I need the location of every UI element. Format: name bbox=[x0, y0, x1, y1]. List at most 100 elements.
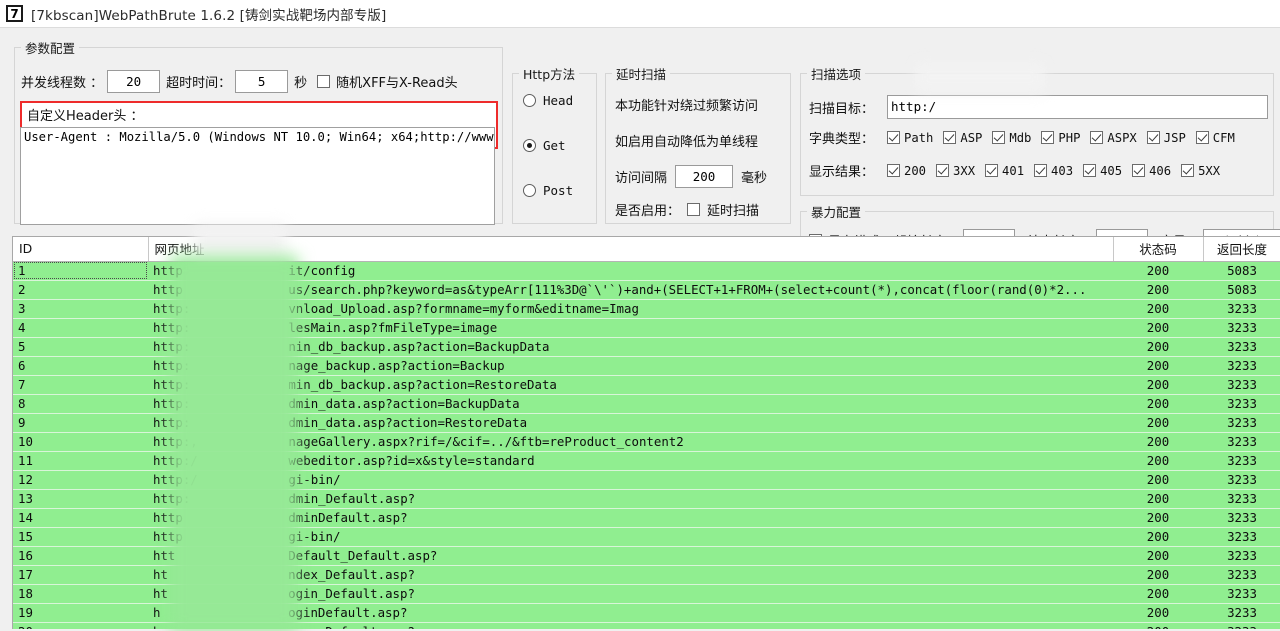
delay-interval-input[interactable]: 200 bbox=[675, 165, 734, 188]
show-result-406-checkbox[interactable] bbox=[1132, 164, 1146, 177]
table-row[interactable]: 16 htt Default_Default.asp? 200 3233 bbox=[13, 546, 1280, 566]
dict-type-cfm-label: CFM bbox=[1212, 130, 1235, 145]
show-result-401[interactable]: 401 bbox=[985, 164, 1024, 178]
table-row[interactable]: 8 http: dmin_data.asp?action=BackupData 200… bbox=[13, 394, 1280, 414]
radio-head-icon[interactable] bbox=[523, 94, 536, 107]
dict-type-php[interactable]: PHP bbox=[1041, 131, 1080, 145]
dict-type-jsp-checkbox[interactable] bbox=[1146, 131, 1160, 144]
dict-type-php-checkbox[interactable] bbox=[1041, 131, 1055, 144]
radio-head-label: Head bbox=[543, 93, 574, 108]
dict-type-path[interactable]: Path bbox=[887, 131, 933, 145]
http-method-option-head[interactable]: Head bbox=[523, 93, 573, 108]
cell-status-code: 200 bbox=[1113, 299, 1203, 319]
cell-url-redacted-host bbox=[190, 396, 288, 411]
cell-url: http: dmin_Default.asp? bbox=[148, 489, 1113, 509]
show-result-5xx[interactable]: 5XX bbox=[1181, 164, 1220, 178]
threads-input[interactable]: 20 bbox=[107, 70, 161, 93]
show-result-405-checkbox[interactable] bbox=[1083, 164, 1097, 177]
random-xff-label: 随机XFF与X-Read头 bbox=[336, 76, 458, 91]
scan-target-input[interactable]: http:/ bbox=[887, 95, 1268, 119]
table-row[interactable]: 15 http gi-bin/200 3233 bbox=[13, 527, 1280, 547]
table-row[interactable]: 2 http us/search.php?keyword=as&typeArr[11… bbox=[13, 280, 1280, 300]
delay-enable-row: 是否启用： 延时扫描 bbox=[615, 200, 759, 219]
dict-type-asp[interactable]: ASP bbox=[943, 131, 982, 145]
table-row[interactable]: 1 http it/config 200 5083 bbox=[13, 261, 1280, 281]
cell-return-length: 3233 bbox=[1203, 527, 1280, 547]
cell-status-code: 200 bbox=[1113, 318, 1203, 338]
table-row[interactable]: 9 http: dmin_data.asp?action=RestoreData 20… bbox=[13, 413, 1280, 433]
show-result-200-checkbox[interactable] bbox=[887, 164, 900, 177]
table-row[interactable]: 20 h user_Default.asp? 2003233 bbox=[13, 622, 1280, 629]
dict-types-label: 字典类型： bbox=[809, 132, 875, 147]
custom-header-textarea[interactable]: User-Agent : Mozilla/5.0 (Windows NT 10.… bbox=[20, 127, 495, 225]
table-row[interactable]: 11 http:/ webeditor.asp?id=x&style=standar… bbox=[13, 451, 1280, 471]
show-results-label: 显示结果： bbox=[809, 165, 875, 180]
cell-status-code: 200 bbox=[1113, 489, 1203, 509]
table-row[interactable]: 5 http: nin_db_backup.asp?action=BackupDat… bbox=[13, 337, 1280, 357]
cell-id: 6 bbox=[13, 356, 148, 376]
cell-id: 5 bbox=[13, 337, 148, 357]
cell-status-code: 200 bbox=[1113, 280, 1203, 300]
dict-type-mdb[interactable]: Mdb bbox=[992, 131, 1031, 145]
column-header-length[interactable]: 返回长度 bbox=[1203, 237, 1280, 262]
show-result-3xx[interactable]: 3XX bbox=[936, 164, 975, 178]
cell-return-length: 5083 bbox=[1203, 280, 1280, 300]
table-row[interactable]: 7 http: min_db_backup.asp?action=RestoreDa… bbox=[13, 375, 1280, 395]
http-method-option-post[interactable]: Post bbox=[523, 183, 573, 198]
random-xff-checkbox[interactable] bbox=[317, 75, 331, 88]
dict-type-asp-checkbox[interactable] bbox=[943, 131, 957, 144]
dict-type-mdb-label: Mdb bbox=[1009, 130, 1032, 145]
cell-url-protocol: http: bbox=[153, 491, 191, 506]
timeout-input[interactable]: 5 bbox=[235, 70, 289, 93]
table-row[interactable]: 17 ht ndex_Default.asp? 200 3233 bbox=[13, 565, 1280, 585]
table-row[interactable]: 19 h oginDefault.asp? 200 3233 bbox=[13, 603, 1280, 623]
show-result-5xx-checkbox[interactable] bbox=[1181, 164, 1195, 177]
dict-type-path-checkbox[interactable] bbox=[887, 131, 900, 144]
cell-id: 10 bbox=[13, 432, 148, 452]
table-row[interactable]: 14 http dminDefault.asp? 200 3233 bbox=[13, 508, 1280, 528]
cell-return-length: 3233 bbox=[1203, 299, 1280, 319]
results-table-container[interactable]: ID 网页地址 状态码 返回长度 1 http it/config 200 5083 2 h… bbox=[12, 236, 1280, 629]
radio-post-icon[interactable] bbox=[523, 184, 536, 197]
show-result-405[interactable]: 405 bbox=[1083, 164, 1122, 178]
table-row[interactable]: 12 http:/ gi-bin/200 3233 bbox=[13, 470, 1280, 490]
dict-type-cfm[interactable]: CFM bbox=[1195, 130, 1235, 145]
table-row[interactable]: 10 http:, nageGallery.aspx?rif=/&cif=../&f… bbox=[13, 432, 1280, 452]
show-result-401-checkbox[interactable] bbox=[985, 164, 999, 177]
cell-return-length: 3233 bbox=[1203, 584, 1280, 604]
dict-type-jsp[interactable]: JSP bbox=[1146, 131, 1186, 145]
dict-type-aspx-checkbox[interactable] bbox=[1090, 131, 1104, 144]
show-result-403-checkbox[interactable] bbox=[1034, 164, 1048, 177]
column-header-id[interactable]: ID bbox=[13, 237, 149, 262]
cell-id: 19 bbox=[13, 603, 148, 623]
cell-return-length: 5083 bbox=[1203, 261, 1280, 281]
cell-id: 12 bbox=[13, 470, 148, 490]
cell-id: 20 bbox=[13, 622, 148, 629]
dict-type-aspx[interactable]: ASPX bbox=[1090, 131, 1137, 145]
cell-url-redacted-host bbox=[190, 491, 288, 506]
cell-url-redacted-host bbox=[168, 567, 288, 582]
cell-url-redacted-host bbox=[198, 472, 289, 487]
cell-url-protocol: http bbox=[153, 282, 183, 297]
delay-enable-checkbox[interactable] bbox=[687, 203, 701, 216]
column-header-code[interactable]: 状态码 bbox=[1113, 237, 1204, 262]
table-row[interactable]: 4 http: lesMain.asp?fmFileType=image 200 323… bbox=[13, 318, 1280, 338]
column-header-url[interactable]: 网页地址 bbox=[148, 237, 1114, 262]
http-method-option-get[interactable]: Get bbox=[523, 138, 566, 153]
show-result-406-label: 406 bbox=[1149, 163, 1172, 178]
dict-type-cfm-checkbox[interactable] bbox=[1195, 131, 1209, 144]
show-result-200[interactable]: 200 bbox=[887, 164, 926, 178]
dict-type-mdb-checkbox[interactable] bbox=[992, 131, 1006, 144]
results-table: ID 网页地址 状态码 返回长度 1 http it/config 200 5083 2 h… bbox=[13, 237, 1280, 629]
radio-get-icon[interactable] bbox=[523, 139, 536, 152]
table-row[interactable]: 18 ht ogin_Default.asp? 200 3233 bbox=[13, 584, 1280, 604]
show-result-406[interactable]: 406 bbox=[1132, 164, 1171, 178]
cell-return-length: 3233 bbox=[1203, 375, 1280, 395]
title-bar: 7 [7kbscan]WebPathBrute 1.6.2 [铸剑实战靶场内部专… bbox=[0, 0, 1280, 28]
table-row[interactable]: 13 http: dmin_Default.asp? 200 3233 bbox=[13, 489, 1280, 509]
show-result-403[interactable]: 403 bbox=[1034, 164, 1073, 178]
table-row[interactable]: 6 http: nage_backup.asp?action=Backup 200 32… bbox=[13, 356, 1280, 376]
table-row[interactable]: 3 http: vnload_Upload.asp?formname=myform&… bbox=[13, 299, 1280, 319]
cell-url-path: oginDefault.asp? bbox=[288, 605, 408, 620]
show-result-3xx-checkbox[interactable] bbox=[936, 164, 950, 177]
